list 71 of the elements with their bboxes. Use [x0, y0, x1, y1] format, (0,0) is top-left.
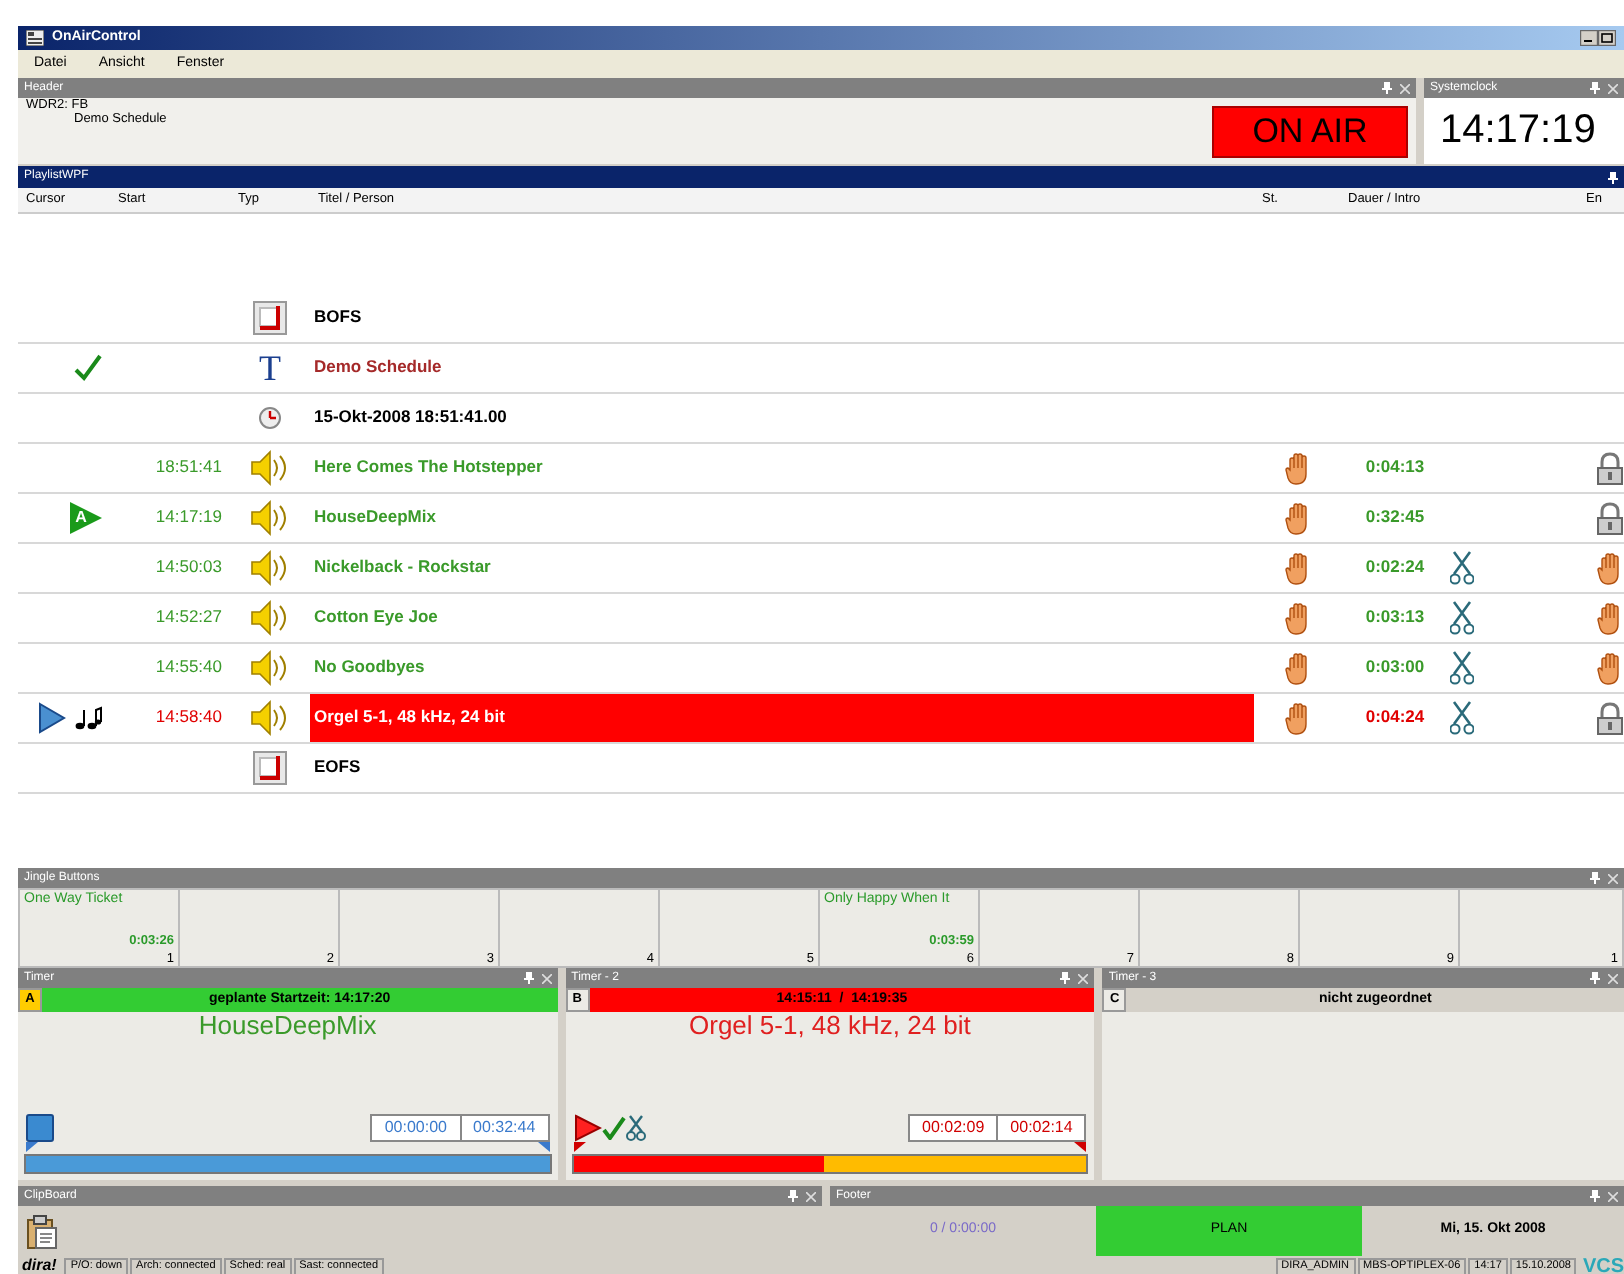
speaker-icon [250, 500, 290, 536]
brand-logo: VCS [1582, 1257, 1624, 1274]
minimize-icon[interactable] [1580, 30, 1598, 46]
duration: 0:04:24 [1365, 708, 1425, 728]
close-icon[interactable] [1078, 973, 1089, 983]
logo: dira! [20, 1257, 59, 1274]
track-title: HouseDeepMix [314, 508, 436, 528]
remaining-time: 00:32:44 [461, 1114, 550, 1142]
end-marker-icon [1074, 1142, 1087, 1152]
track-title: Cotton Eye Joe [314, 608, 438, 628]
file-marker-icon [252, 300, 288, 336]
timer-title: HouseDeepMix [196, 1012, 379, 1044]
on-air-indicator: ON AIR [1212, 105, 1408, 157]
close-icon[interactable] [806, 1191, 816, 1201]
start-time: 14:52:27 [155, 608, 222, 628]
clock-icon [258, 406, 282, 430]
close-icon[interactable] [541, 973, 552, 983]
highlighted-title-cell: Orgel 5-1, 48 kHz, 24 bit [310, 694, 1254, 742]
track-title: Here Comes The Hotstepper [314, 458, 543, 478]
duration: 0:04:13 [1365, 458, 1425, 478]
hand-icon [1596, 601, 1624, 635]
remaining-time: 00:02:14 [998, 1114, 1087, 1142]
timer-title: Orgel 5-1, 48 kHz, 24 bit [687, 1012, 973, 1044]
close-icon[interactable] [1400, 83, 1410, 93]
start-time: 14:58:40 [155, 708, 222, 728]
track-title: EOFS [314, 758, 361, 778]
duration: 0:02:24 [1365, 558, 1425, 578]
track-title: BOFS [314, 308, 362, 328]
close-icon[interactable] [1608, 83, 1618, 93]
start-time: 14:55:40 [155, 658, 222, 678]
music-notes-icon [74, 706, 102, 730]
track-title: 15-Okt-2008 18:51:41.00 [314, 408, 507, 428]
duration: 0:03:13 [1365, 608, 1425, 628]
speaker-icon [250, 450, 290, 486]
maximize-icon[interactable] [1598, 30, 1616, 46]
checkmark-icon [74, 354, 102, 382]
start-time: 14:50:03 [155, 558, 222, 578]
start-time: 18:51:41 [155, 458, 222, 478]
duration: 0:32:45 [1365, 508, 1425, 528]
speaker-icon [250, 650, 290, 686]
file-marker-icon [252, 750, 288, 786]
duration: 0:03:00 [1365, 658, 1425, 678]
track-title: Demo Schedule [314, 358, 442, 378]
track-title: No Goodbyes [314, 658, 425, 678]
hand-icon [1596, 651, 1624, 685]
hand-icon [1596, 551, 1624, 585]
checkmark-icon [601, 1116, 626, 1140]
lock-icon [1596, 501, 1624, 535]
play-icon [573, 1114, 602, 1142]
pin-icon[interactable] [1608, 171, 1618, 183]
cursor-marker-icon: A [70, 502, 102, 534]
speaker-icon [250, 600, 290, 636]
text-type-icon: T [259, 347, 281, 389]
play-icon [38, 702, 66, 734]
scissors-icon [625, 1114, 646, 1142]
elapsed-time: 00:02:09 [908, 1114, 999, 1142]
lock-icon [1596, 701, 1624, 735]
stop-icon [26, 1114, 54, 1142]
lock-icon [1596, 451, 1624, 485]
system-clock: 14:17:19 [1424, 98, 1624, 164]
end-marker-icon [537, 1142, 550, 1152]
track-title: Nickelback - Rockstar [314, 558, 491, 578]
close-icon[interactable] [1608, 1191, 1618, 1201]
start-time: 14:17:19 [155, 508, 222, 528]
clipboard-icon[interactable] [26, 1213, 58, 1249]
speaker-icon [250, 550, 290, 586]
elapsed-time: 00:00:00 [370, 1114, 461, 1142]
close-icon[interactable] [1608, 873, 1618, 883]
close-icon[interactable] [1608, 973, 1618, 983]
app-icon [26, 29, 44, 46]
speaker-icon [250, 700, 290, 736]
